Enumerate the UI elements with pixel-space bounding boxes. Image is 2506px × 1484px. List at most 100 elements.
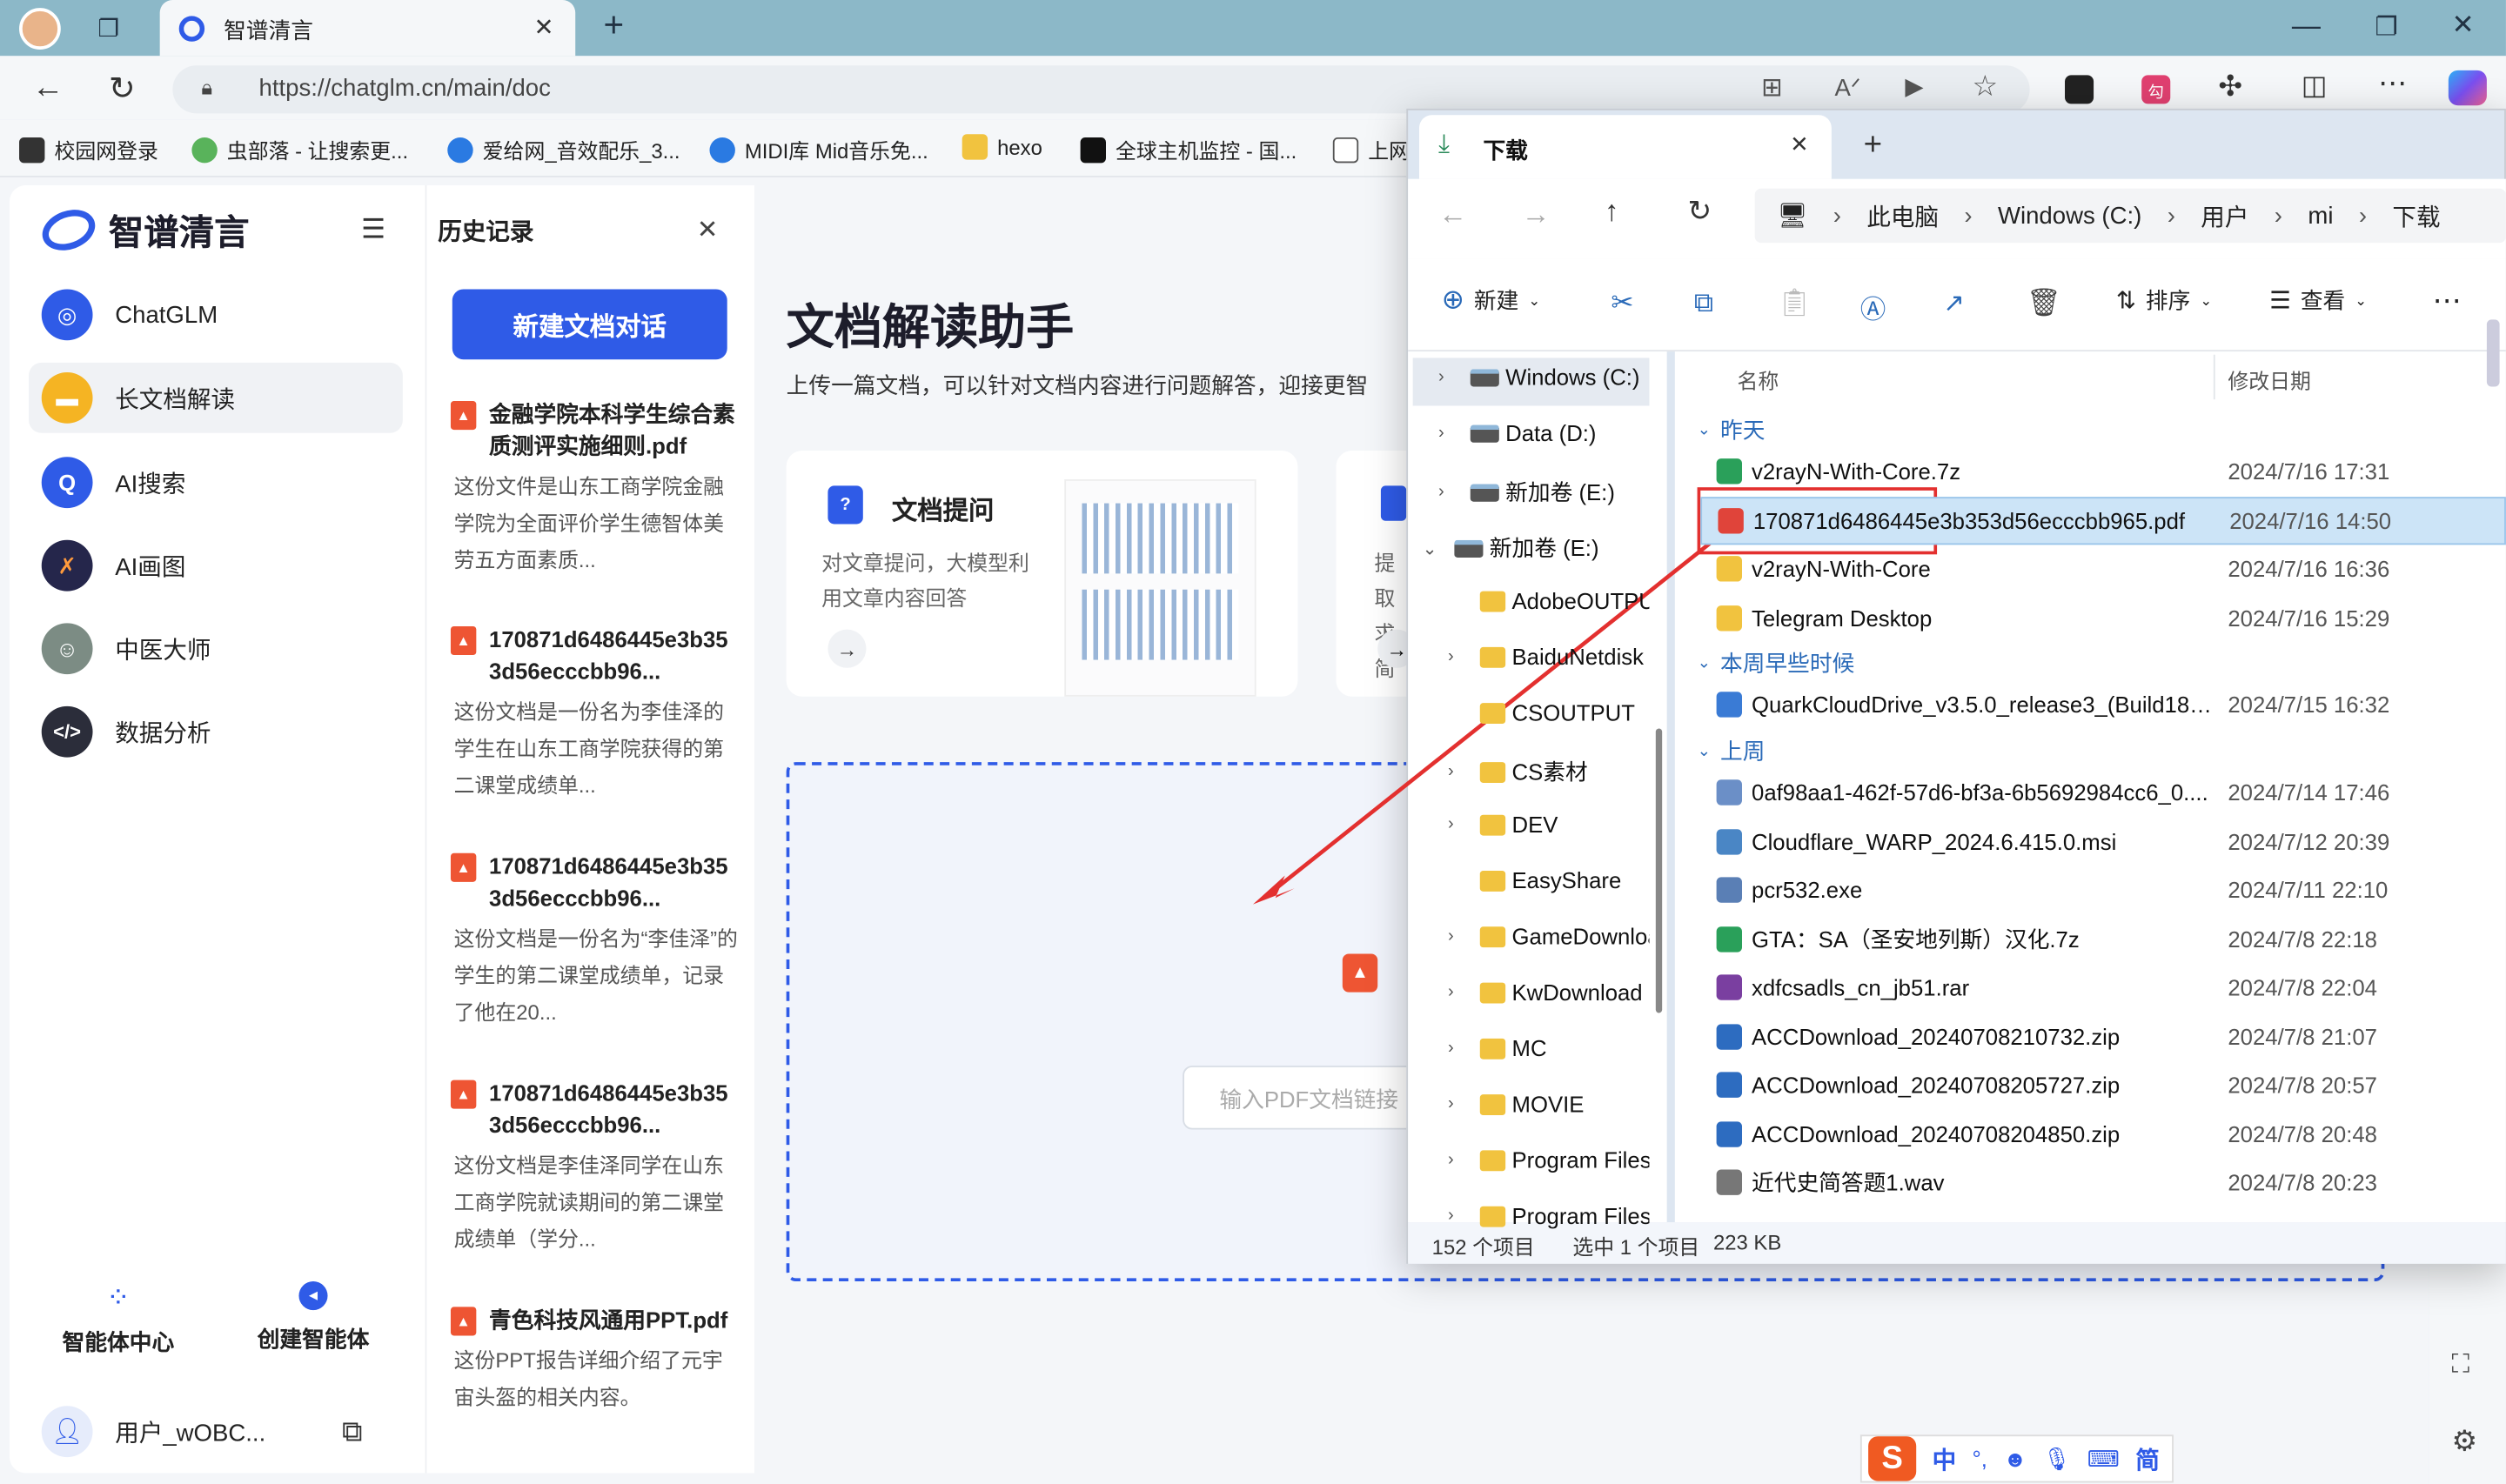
crumb-item[interactable]: 用户 xyxy=(2201,199,2248,233)
crumb-item[interactable]: 此电脑 xyxy=(1866,199,1939,233)
tree-item[interactable]: › Program Files xyxy=(1448,1147,1649,1173)
chevron-icon[interactable]: › xyxy=(1448,1039,1480,1058)
copy-icon[interactable]: ⧉ xyxy=(1694,288,1713,320)
paste-icon[interactable]: 📋︎ xyxy=(1777,288,1812,320)
chevron-icon[interactable]: › xyxy=(1448,1150,1480,1169)
new-tab-button[interactable]: + xyxy=(598,5,630,45)
history-item-2[interactable]: ▲ 170871d6486445e3b353d56ecccbb96... 这份文档… xyxy=(450,850,739,1031)
file-row[interactable]: 0af98aa1-462f-57d6-bf3a-6b5692984cc6_0..… xyxy=(1700,768,2506,816)
file-row[interactable]: v2rayN-With-Core 2024/7/16 16:36 xyxy=(1700,545,2506,592)
file-row[interactable]: pcr532.exe 2024/7/11 22:10 xyxy=(1700,866,2506,913)
explorer-new-tab-button[interactable]: + xyxy=(1864,128,1882,164)
history-item-0[interactable]: ▲ 金融学院本科学生综合素质测评实施细则.pdf 这份文件是山东工商学院金融学院为… xyxy=(450,398,739,578)
explorer-refresh-icon[interactable]: ↻ xyxy=(1688,195,1712,229)
restore-icon[interactable]: ❐ xyxy=(2375,11,2397,43)
agent-center-button[interactable]: ⁘ 智能体中心 xyxy=(57,1281,179,1358)
chevron-icon[interactable]: › xyxy=(1448,762,1480,781)
tree-item[interactable]: › KwDownload xyxy=(1448,979,1643,1005)
doc-question-card[interactable]: ? 文档提问 对文章提问，大模型利用文章内容回答 → xyxy=(786,450,1298,697)
tree-item[interactable]: › GameDownload xyxy=(1448,924,1649,949)
group-header[interactable]: ⌄ 上周 xyxy=(1698,735,1766,767)
site-info-icon[interactable]: 🔒︎ xyxy=(201,75,212,100)
collapse-sidebar-icon[interactable]: ☰ xyxy=(361,214,385,246)
nav-data-analysis[interactable]: </> 数据分析 xyxy=(29,697,403,767)
back-arrow-icon[interactable]: ← xyxy=(32,70,64,107)
bookmark-2[interactable]: 爱给网_音效配乐_3... xyxy=(447,134,680,164)
rename-icon[interactable]: Ⓐ xyxy=(1860,288,1886,326)
create-agent-button[interactable]: ◂ 创建智能体 xyxy=(250,1281,378,1354)
chevron-icon[interactable]: › xyxy=(1438,367,1471,386)
group-header[interactable]: ⌄ 本周早些时候 xyxy=(1698,647,1855,679)
tree-item[interactable]: CSOUTPUT xyxy=(1448,699,1635,725)
tree-item[interactable]: › Windows (C:) xyxy=(1438,364,1639,390)
file-row[interactable]: GTA：SA（圣安地列斯）汉化.7z 2024/7/8 22:18 xyxy=(1700,915,2506,963)
file-row[interactable]: ACCDownload_20240708205727.zip 2024/7/8 2… xyxy=(1700,1061,2506,1109)
chevron-icon[interactable]: › xyxy=(1448,1207,1480,1226)
user-profile[interactable]: 👤︎ 用户_wOBC... xyxy=(41,1406,265,1458)
bookmark-6[interactable]: 上网 xyxy=(1332,134,1410,164)
bookmark-3[interactable]: MIDI库 Mid音乐免... xyxy=(709,134,928,164)
crumb-item[interactable]: 下载 xyxy=(2392,199,2440,233)
read-aloud-icon[interactable]: Aᐟ xyxy=(1835,73,1861,102)
tab-close-icon[interactable]: ✕ xyxy=(533,13,553,42)
chevron-icon[interactable]: › xyxy=(1448,1094,1480,1113)
explorer-back-icon[interactable]: ← xyxy=(1438,198,1467,232)
tree-item[interactable]: › Data (D:) xyxy=(1438,420,1596,445)
bookmark-4[interactable]: hexo xyxy=(962,134,1042,160)
nav-ai-paint[interactable]: ✗ AI画图 xyxy=(29,531,403,601)
tree-item[interactable]: › MC xyxy=(1448,1035,1546,1060)
chevron-icon[interactable]: › xyxy=(1448,926,1480,946)
chevron-icon[interactable]: ⌄ xyxy=(1423,538,1455,558)
window-close-icon[interactable]: ✕ xyxy=(2451,10,2474,42)
explorer-up-icon[interactable]: ↑ xyxy=(1605,195,1619,229)
history-item-4[interactable]: ▲ 青色科技风通用PPT.pdf 这份PPT报告详细介绍了元宇宙头盔的相关内容。 xyxy=(450,1304,739,1416)
app-grid-icon[interactable]: ⊞ xyxy=(1761,72,1783,104)
nav-ai-search[interactable]: Q AI搜索 xyxy=(29,447,403,518)
list-scrollbar[interactable] xyxy=(2486,319,2500,387)
bookmark-0[interactable]: 校园网登录 xyxy=(19,134,158,164)
explorer-more-icon[interactable]: ⋯ xyxy=(2432,284,2461,318)
nav-chatglm[interactable]: ◎ ChatGLM xyxy=(29,279,403,350)
tree-item[interactable]: › 新加卷 (E:) xyxy=(1438,476,1615,508)
copilot-icon[interactable] xyxy=(2448,70,2487,106)
new-button[interactable]: ⊕ 新建 ⌄ xyxy=(1442,284,1541,317)
file-row[interactable]: 170871d6486445e3b353d56ecccbb965.pdf 2024… xyxy=(1700,496,2506,545)
chevron-icon[interactable]: › xyxy=(1448,815,1480,834)
file-row[interactable]: xdfcsadls_cn_jb51.rar 2024/7/8 22:04 xyxy=(1700,964,2506,1012)
profile-avatar[interactable] xyxy=(19,8,61,50)
tree-item[interactable]: › BaiduNetdisk xyxy=(1448,644,1644,669)
extensions-puzzle-icon[interactable]: ✣ xyxy=(2218,70,2242,104)
file-row[interactable]: ACCDownload_20240708210732.zip 2024/7/8 2… xyxy=(1700,1013,2506,1060)
history-item-1[interactable]: ▲ 170871d6486445e3b353d56ecccbb96... 这份文档… xyxy=(450,623,739,804)
chevron-icon[interactable]: › xyxy=(1438,483,1471,502)
history-close-icon[interactable]: ✕ xyxy=(697,214,719,246)
chevron-icon[interactable]: › xyxy=(1448,983,1480,1002)
extension-icon-2[interactable]: 勾 xyxy=(2141,75,2171,104)
ime-toolbar[interactable]: S 中 °, ☻ 🎙︎ ⌨ 简 xyxy=(1859,1434,2174,1483)
tree-item[interactable]: › Program Files xyxy=(1448,1203,1649,1228)
explorer-breadcrumb[interactable]: 🖥︎ › 此电脑 › Windows (C:) › 用户 › mi › 下载 xyxy=(1754,188,2506,244)
crumb-item[interactable]: mi xyxy=(2308,202,2333,229)
split-screen-icon[interactable]: ◫ xyxy=(2302,70,2328,103)
share-icon[interactable]: ↗ xyxy=(1943,288,1965,320)
chevron-icon[interactable]: › xyxy=(1448,647,1480,666)
minimize-icon[interactable]: — xyxy=(2292,10,2321,43)
chevron-icon[interactable]: › xyxy=(1438,424,1471,443)
new-doc-chat-button[interactable]: 新建文档对话 xyxy=(452,289,727,360)
url-field[interactable]: 🔒︎ https://chatglm.cn/main/doc ⊞ Aᐟ ▶︎ ☆ xyxy=(172,65,2030,114)
file-row[interactable]: Cloudflare_WARP_2024.6.415.0.msi 2024/7/1… xyxy=(1700,817,2506,865)
favorite-star-icon[interactable]: ☆ xyxy=(1972,70,1998,104)
explorer-tab[interactable]: ⤓ 下载 ✕ xyxy=(1418,115,1832,179)
tree-item[interactable]: › MOVIE xyxy=(1448,1091,1584,1116)
file-row[interactable]: Telegram Desktop 2024/7/16 15:29 xyxy=(1700,593,2506,641)
switch-device-icon[interactable]: ⧉ xyxy=(342,1415,363,1449)
group-header[interactable]: ⌄ 昨天 xyxy=(1698,414,1766,446)
tree-item[interactable]: EasyShare xyxy=(1448,867,1621,893)
tree-item[interactable]: AdobeOUTPUT xyxy=(1448,588,1649,613)
nav-long-doc[interactable]: ▬ 长文档解读 xyxy=(29,362,403,433)
col-date-header[interactable]: 修改日期 xyxy=(2228,364,2311,395)
extension-icon-1[interactable] xyxy=(2065,75,2094,104)
history-item-3[interactable]: ▲ 170871d6486445e3b353d56ecccbb96... 这份文档… xyxy=(450,1077,739,1258)
file-row[interactable]: ACCDownload_20240708204850.zip 2024/7/8 2… xyxy=(1700,1110,2506,1158)
video-icon[interactable]: ▶︎ xyxy=(1905,72,1923,100)
